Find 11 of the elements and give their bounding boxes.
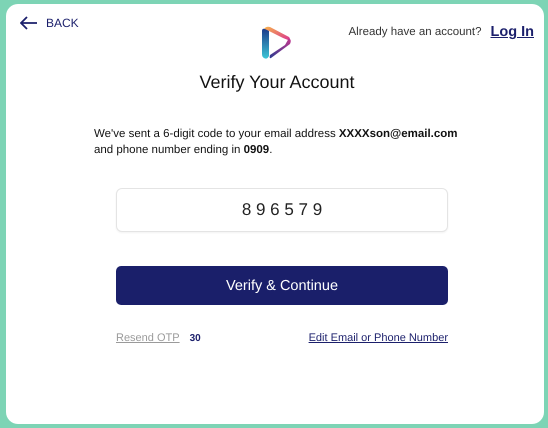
play-logo-icon	[261, 26, 293, 60]
countdown-timer: 30	[190, 332, 201, 344]
verify-continue-button[interactable]: Verify & Continue	[116, 266, 448, 305]
verification-message: We've sent a 6-digit code to your email address XXXXson@email.com and phone number ending in 0909.	[94, 127, 458, 158]
login-link[interactable]: Log In	[490, 24, 534, 40]
login-prompt: Already have an account?	[348, 26, 482, 38]
otp-input-field[interactable]: 8 9 6 5 7 9	[116, 188, 448, 232]
page-title: Verify Your Account	[198, 72, 356, 93]
arrow-left-icon	[20, 16, 38, 30]
back-link[interactable]: BACK	[20, 14, 79, 30]
edit-contact-link[interactable]: Edit Email or Phone Number	[308, 332, 448, 344]
